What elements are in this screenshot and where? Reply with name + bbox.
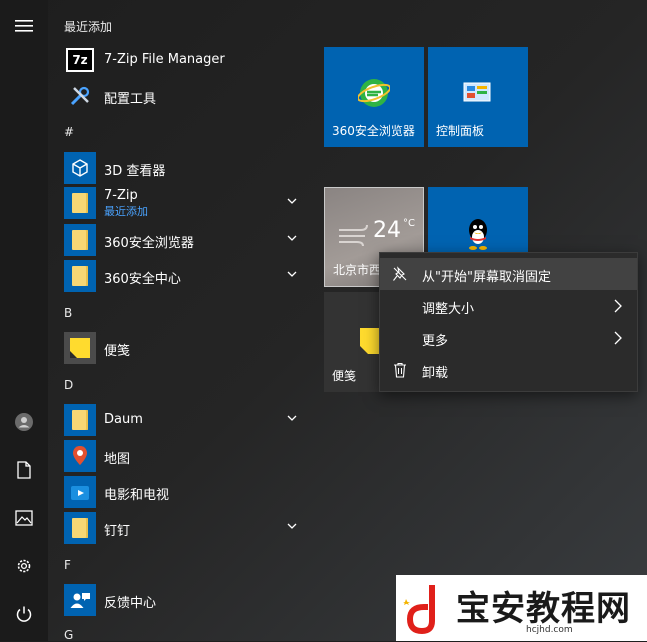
folder-icon (64, 187, 96, 219)
documents-button[interactable] (0, 450, 48, 490)
settings-button[interactable] (0, 546, 48, 586)
power-icon (16, 606, 32, 622)
app-label: 360安全浏览器 (104, 236, 194, 251)
app-label: 钉钉 (104, 524, 131, 539)
tile-label: 控制面板 (436, 124, 485, 138)
watermark-text: 宝安教程网 (456, 589, 631, 629)
app-item-feedback-hub[interactable]: 反馈中心 (64, 584, 304, 616)
watermark-logo (403, 585, 435, 635)
chevron-down-icon[interactable] (286, 520, 298, 532)
app-label: 地图 (104, 452, 131, 467)
tile-label: 北京市西 (333, 263, 382, 277)
app-label: 360安全中心 (104, 272, 181, 287)
app-item-maps[interactable]: 地图 (64, 440, 304, 472)
app-label: 反馈中心 (104, 596, 157, 611)
app-item-sticky-notes[interactable]: 便笺 (64, 332, 304, 364)
menu-item-unpin[interactable]: 从"开始"屏幕取消固定 (380, 258, 637, 290)
chevron-down-icon[interactable] (286, 412, 298, 424)
app-label: 电影和电视 (104, 488, 170, 503)
menu-item-label: 从"开始"屏幕取消固定 (422, 270, 551, 285)
folder-icon (64, 224, 96, 256)
chevron-down-icon[interactable] (286, 268, 298, 280)
app-list: 最近添加 7z 7-Zip File Manager 配置工具 # 3D 查看器… (56, 0, 306, 642)
app-item-dingtalk-folder[interactable]: 钉钉 (64, 512, 304, 544)
section-header-d[interactable]: D (64, 378, 73, 392)
control-panel-icon (463, 82, 491, 102)
chevron-down-icon[interactable] (286, 232, 298, 244)
hamburger-icon (15, 20, 33, 32)
menu-item-label: 卸载 (422, 366, 449, 381)
pictures-button[interactable] (0, 498, 48, 538)
unpin-icon (393, 266, 407, 281)
qq-penguin-icon (469, 219, 487, 250)
menu-item-resize[interactable]: 调整大小 (380, 290, 637, 322)
app-item-config-tool[interactable]: 配置工具 (64, 80, 304, 112)
360-browser-icon (358, 79, 390, 107)
app-item-3d-viewer[interactable]: 3D 查看器 (64, 152, 304, 184)
weather-temperature: 24 (373, 218, 401, 243)
tile-360-browser[interactable]: 360安全浏览器 (324, 47, 424, 147)
document-icon (17, 461, 31, 479)
app-label: Daum (104, 412, 143, 427)
app-label: 配置工具 (104, 92, 157, 107)
user-icon (15, 413, 33, 431)
menu-item-label: 调整大小 (422, 302, 475, 317)
chevron-right-icon (614, 331, 622, 345)
3d-viewer-icon (64, 152, 96, 184)
gear-icon (17, 559, 31, 573)
section-header-b[interactable]: B (64, 306, 72, 320)
feedback-icon (64, 584, 96, 616)
app-label: 7-Zip (104, 188, 138, 203)
watermark: 宝安教程网 hcjhd.com (396, 575, 647, 641)
app-item-7zip-folder[interactable]: 7-Zip 最近添加 (64, 187, 304, 219)
app-sublabel: 最近添加 (104, 205, 148, 218)
tile-label: 便笺 (332, 369, 357, 383)
tile-label: 360安全浏览器 (332, 124, 415, 138)
7zip-icon: 7z (64, 44, 96, 76)
section-header-hash[interactable]: # (64, 125, 74, 139)
app-item-7zip-file-manager[interactable]: 7z 7-Zip File Manager (64, 44, 304, 76)
menu-item-more[interactable]: 更多 (380, 322, 637, 354)
power-button[interactable] (0, 594, 48, 634)
trash-icon (394, 362, 406, 378)
context-menu: 从"开始"屏幕取消固定 调整大小 更多 卸载 (379, 252, 638, 392)
sticky-notes-icon (64, 332, 96, 364)
tile-control-panel[interactable]: 控制面板 (428, 47, 528, 147)
app-label: 7-Zip File Manager (104, 52, 225, 67)
app-item-movies-tv[interactable]: 电影和电视 (64, 476, 304, 508)
tools-icon (64, 80, 96, 112)
folder-icon (64, 512, 96, 544)
app-item-daum-folder[interactable]: Daum (64, 404, 304, 436)
start-rail (0, 0, 48, 641)
hamburger-button[interactable] (0, 6, 48, 46)
weather-unit: °C (403, 218, 415, 229)
app-label: 便笺 (104, 344, 131, 359)
section-header-f[interactable]: F (64, 558, 71, 572)
app-item-360-security-folder[interactable]: 360安全中心 (64, 260, 304, 292)
menu-item-uninstall[interactable]: 卸载 (380, 354, 637, 386)
app-label: 3D 查看器 (104, 164, 166, 179)
picture-icon (15, 510, 33, 526)
user-button[interactable] (0, 402, 48, 442)
wind-icon (339, 224, 368, 246)
menu-item-label: 更多 (422, 334, 449, 349)
chevron-down-icon[interactable] (286, 195, 298, 207)
section-header-recent: 最近添加 (64, 20, 113, 34)
movies-icon (64, 476, 96, 508)
maps-icon (64, 440, 96, 472)
watermark-url: hcjhd.com (526, 625, 573, 635)
chevron-right-icon (614, 299, 622, 313)
folder-icon (64, 404, 96, 436)
folder-icon (64, 260, 96, 292)
app-item-360-browser-folder[interactable]: 360安全浏览器 (64, 224, 304, 256)
section-header-g[interactable]: G (64, 628, 73, 642)
